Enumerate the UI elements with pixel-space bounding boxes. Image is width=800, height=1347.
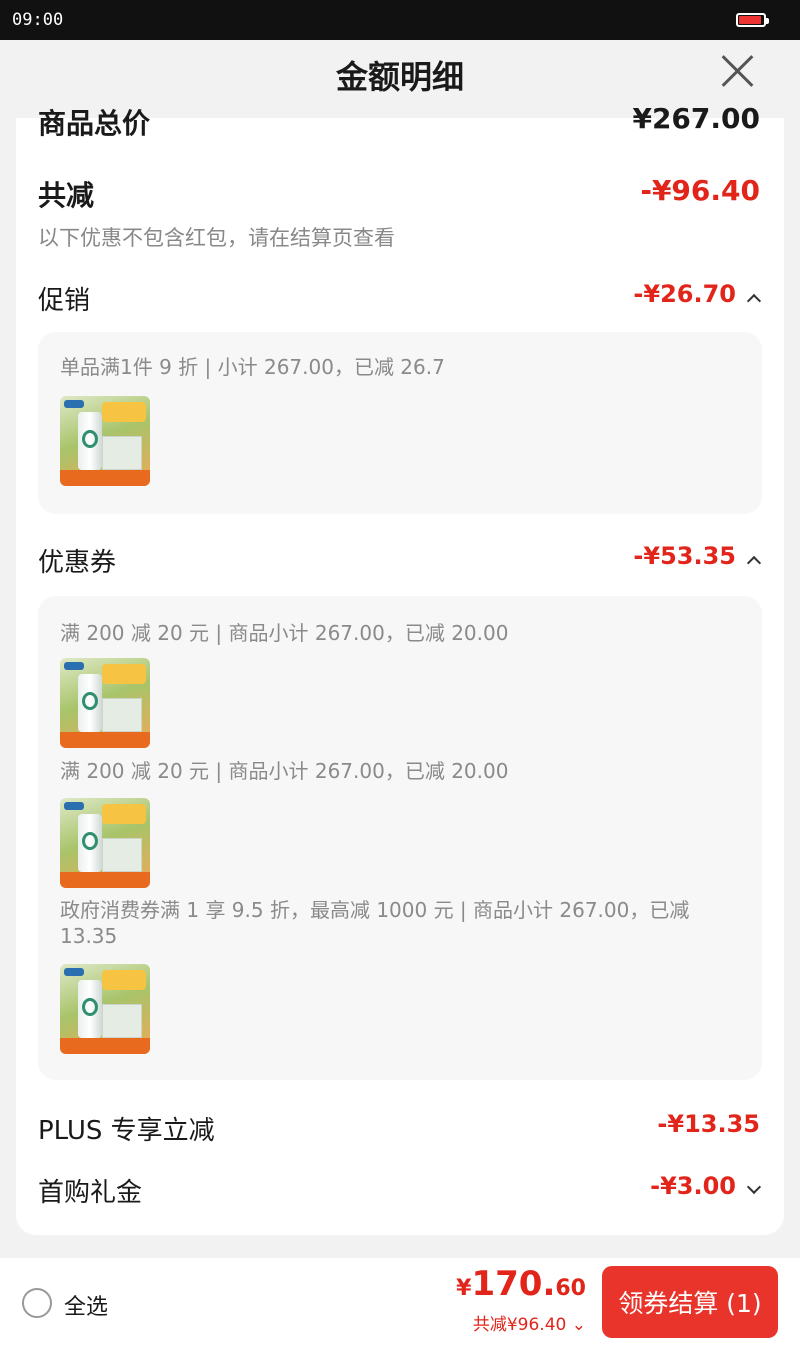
price-integer: 170. (471, 1264, 556, 1304)
battery-icon (736, 13, 769, 27)
footer-reduce-text[interactable]: 共减¥96.40 ⌄ (473, 1310, 586, 1335)
product-thumbnail (60, 964, 150, 1054)
chevron-up-icon[interactable] (746, 290, 760, 304)
promotion-value: -¥26.70 (633, 280, 736, 308)
coupon-detail: 满 200 减 20 元 | 商品小计 267.00，已减 20.00 满 20… (38, 596, 762, 1080)
promotion-row[interactable]: 促销 -¥26.70 (38, 280, 760, 320)
product-thumbnail (60, 658, 150, 748)
status-bar: 09:00 (0, 0, 800, 40)
detail-card: 商品总价 ¥267.00 共减 -¥96.40 以下优惠不包含红包，请在结算页查… (16, 102, 784, 1235)
gift-label: 首购礼金 (38, 1178, 143, 1208)
total-value: ¥267.00 (632, 102, 760, 135)
coupon-label: 优惠券 (38, 548, 117, 578)
final-price: ¥170.60 (456, 1264, 586, 1304)
checkout-button[interactable]: 领券结算 (1) (602, 1266, 778, 1338)
reduce-value: -¥96.40 (640, 174, 760, 207)
product-thumbnail (60, 396, 150, 486)
product-thumbnail (60, 798, 150, 888)
reduce-label: 共减 (38, 179, 95, 212)
close-icon[interactable] (720, 54, 754, 88)
price-symbol: ¥ (456, 1276, 472, 1301)
coupon-item: 满 200 减 20 元 | 商品小计 267.00，已减 20.00 (60, 759, 509, 783)
plus-value: -¥13.35 (657, 1110, 760, 1138)
coupon-row[interactable]: 优惠券 -¥53.35 (38, 542, 760, 582)
price-decimal: 60 (555, 1276, 586, 1301)
total-label: 商品总价 (38, 107, 151, 140)
chevron-down-icon: ⌄ (566, 1315, 586, 1335)
select-all-radio[interactable] (22, 1288, 52, 1318)
coupon-item: 政府消费券满 1 享 9.5 折，最高减 1000 元 | 商品小计 267.0… (60, 898, 690, 948)
plus-label: PLUS 专享立减 (38, 1116, 215, 1146)
sheet-title: 金额明细 (335, 58, 464, 96)
select-all-label[interactable]: 全选 (64, 1289, 108, 1321)
coupon-item: 满 200 减 20 元 | 商品小计 267.00，已减 20.00 (60, 621, 509, 645)
chevron-up-icon[interactable] (746, 552, 760, 566)
chevron-down-icon[interactable] (746, 1182, 760, 1196)
plus-reduce-row: PLUS 专享立减 -¥13.35 (38, 1110, 760, 1150)
total-row: 商品总价 ¥267.00 (38, 102, 760, 142)
promotion-item: 单品满1件 9 折 | 小计 267.00，已减 26.7 (60, 355, 445, 379)
gift-value: -¥3.00 (650, 1172, 736, 1200)
promotion-label: 促销 (38, 286, 91, 316)
status-time: 09:00 (12, 10, 64, 30)
coupon-value: -¥53.35 (633, 542, 736, 570)
discount-note: 以下优惠不包含红包，请在结算页查看 (38, 226, 395, 250)
footer-reduce-value: 共减¥96.40 (472, 1315, 567, 1335)
reduce-row: 共减 -¥96.40 (38, 174, 760, 214)
promotion-detail: 单品满1件 9 折 | 小计 267.00，已减 26.7 (38, 332, 762, 514)
checkout-bar: 全选 ¥170.60 共减¥96.40 ⌄ 领券结算 (1) (0, 1258, 800, 1347)
amount-detail-sheet: 金额明细 商品总价 ¥267.00 共减 -¥96.40 以下优惠不包含红包，请… (0, 40, 800, 1347)
first-purchase-gift-row[interactable]: 首购礼金 -¥3.00 (38, 1172, 760, 1212)
